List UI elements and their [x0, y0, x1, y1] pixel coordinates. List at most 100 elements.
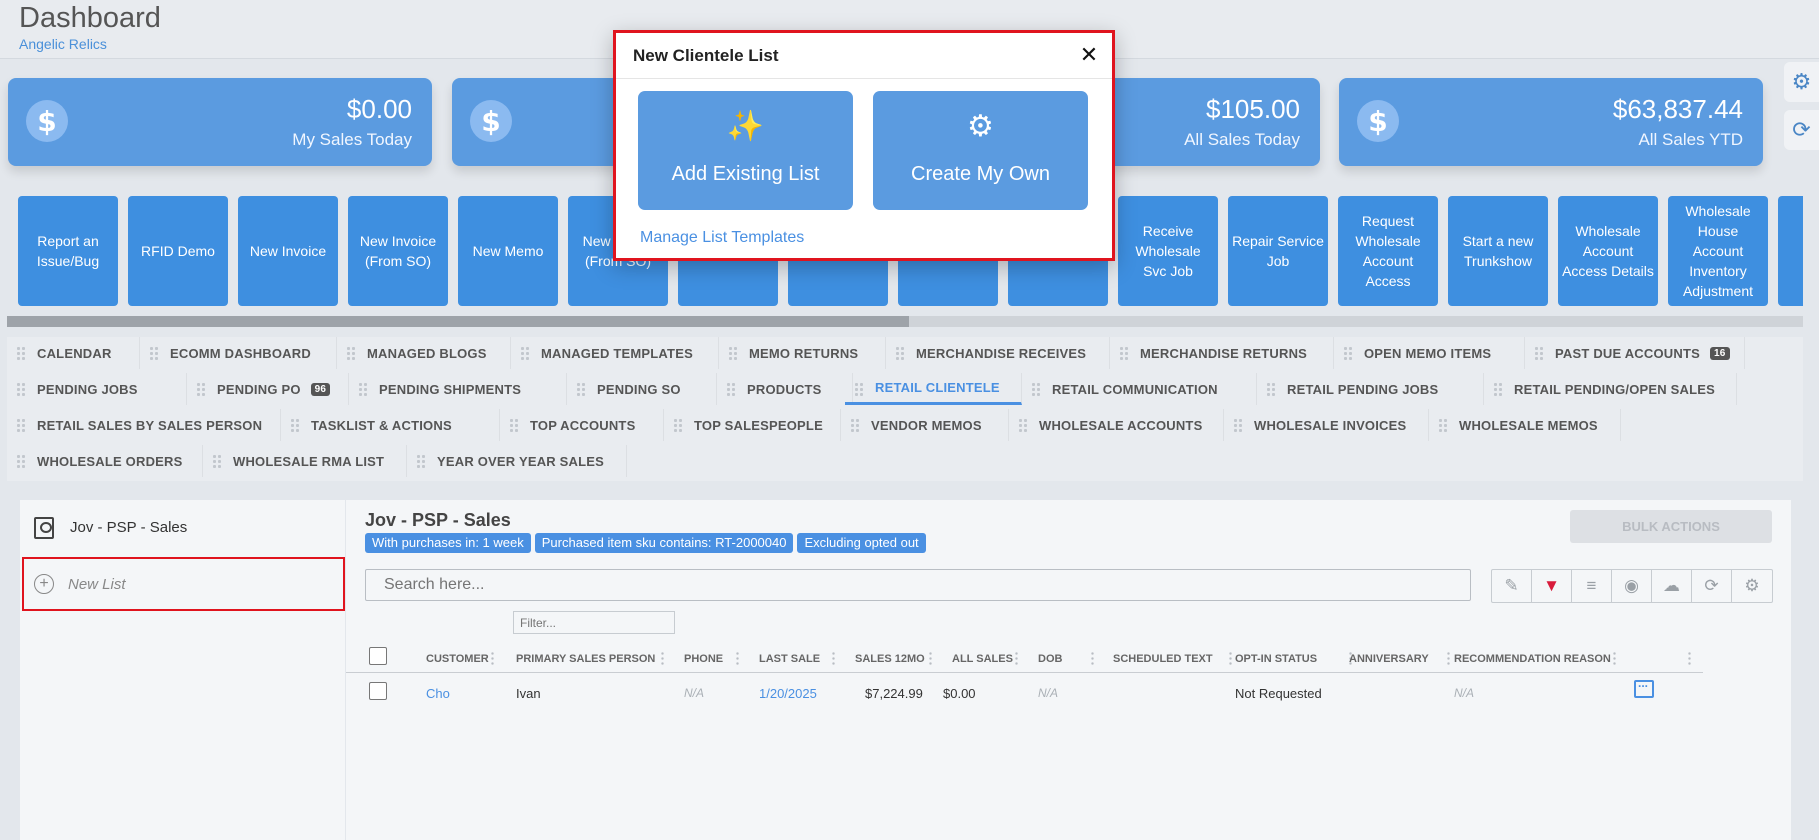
create-my-own-button[interactable]: ⚙ Create My Own: [873, 91, 1088, 210]
refresh-icon[interactable]: ⟳: [1784, 110, 1819, 150]
user-gear-icon: ⚙: [967, 109, 994, 144]
manage-list-templates-link[interactable]: Manage List Templates: [640, 229, 804, 247]
tab-wholesale-orders[interactable]: WHOLESALE ORDERS: [7, 445, 203, 477]
column-header[interactable]: SALES 12MO: [855, 653, 925, 665]
new-list-button[interactable]: + New List: [22, 557, 345, 611]
column-header[interactable]: DOB: [1038, 653, 1062, 665]
tab-ecomm-dashboard[interactable]: ECOMM DASHBOARD: [140, 337, 337, 369]
tab-top-accounts[interactable]: TOP ACCOUNTS: [500, 409, 664, 441]
tile-new-invoice[interactable]: New Invoice: [238, 196, 338, 306]
tab-year-over-year-sales[interactable]: YEAR OVER YEAR SALES: [407, 445, 627, 477]
tile-new-invoice-from-so[interactable]: New Invoice (From SO): [348, 196, 448, 306]
tab-past-due-accounts[interactable]: PAST DUE ACCOUNTS 16: [1525, 337, 1745, 369]
tab-retail-pending-open-sales[interactable]: RETAIL PENDING/OPEN SALES: [1484, 373, 1737, 405]
tab-vendor-memos[interactable]: VENDOR MEMOS: [841, 409, 1009, 441]
list-item-label: Jov - PSP - Sales: [70, 519, 188, 536]
stat-amount: $0.00: [346, 94, 412, 124]
tab-wholesale-invoices[interactable]: WHOLESALE INVOICES: [1224, 409, 1429, 441]
tile-request-wholesale-access[interactable]: Request Wholesale Account Access: [1338, 196, 1438, 306]
clientele-lists-panel: Jov - PSP - Sales + New List: [20, 500, 345, 840]
tile-repair-service-job[interactable]: Repair Service Job: [1228, 196, 1328, 306]
tab-merchandise-receives[interactable]: MERCHANDISE RECEIVES: [886, 337, 1110, 369]
divider: [616, 78, 1112, 79]
filter-tag[interactable]: Purchased item sku contains: RT-2000040: [534, 533, 794, 553]
page-title: Dashboard: [19, 2, 161, 34]
refresh-icon[interactable]: ⟳: [1692, 570, 1732, 602]
tab-calendar[interactable]: CALENDAR: [7, 337, 140, 369]
table-header: CUSTOMER PRIMARY SALES PERSON PHONE LAST…: [346, 643, 1703, 673]
tab-products[interactable]: PRODUCTS: [717, 373, 853, 405]
tile-report-issue[interactable]: Report an Issue/Bug: [18, 196, 118, 306]
gear-icon[interactable]: ⚙: [1732, 570, 1772, 602]
tab-wholesale-rma-list[interactable]: WHOLESALE RMA LIST: [203, 445, 407, 477]
cell-recommendation: N/A: [1454, 686, 1475, 700]
new-clientele-list-dialog: New Clientele List ✕ ✨ Add Existing List…: [613, 30, 1115, 261]
list-item[interactable]: Jov - PSP - Sales: [20, 500, 345, 555]
filter-icon[interactable]: ▼: [1532, 570, 1572, 602]
column-header[interactable]: PRIMARY SALES PERSON: [516, 653, 655, 665]
tab-wholesale-accounts[interactable]: WHOLESALE ACCOUNTS: [1009, 409, 1224, 441]
gear-icon[interactable]: ⚙: [1784, 62, 1819, 102]
tile-start-trunkshow[interactable]: Start a new Trunkshow: [1448, 196, 1548, 306]
stat-card-my-sales-today[interactable]: $ $0.00 My Sales Today: [8, 78, 432, 166]
message-icon[interactable]: [1634, 676, 1654, 698]
tile-new-memo[interactable]: New Memo: [458, 196, 558, 306]
cloud-download-icon[interactable]: ☁: [1652, 570, 1692, 602]
tab-wholesale-memos[interactable]: WHOLESALE MEMOS: [1429, 409, 1621, 441]
tab-retail-clientele[interactable]: RETAIL CLIENTELE: [845, 373, 1022, 405]
new-list-label: New List: [68, 575, 126, 593]
tile-partial[interactable]: B: [1778, 196, 1803, 306]
company-link[interactable]: Angelic Relics: [19, 36, 107, 52]
row-checkbox[interactable]: [369, 682, 387, 700]
column-filter-input[interactable]: [513, 611, 675, 634]
select-all-checkbox[interactable]: [369, 647, 387, 665]
tab-pending-po[interactable]: PENDING PO 96: [187, 373, 349, 405]
tab-pending-shipments[interactable]: PENDING SHIPMENTS: [349, 373, 567, 405]
stat-label: All Sales YTD: [1638, 130, 1743, 149]
count-badge: 16: [1709, 346, 1730, 360]
column-header[interactable]: RECOMMENDATION REASON: [1454, 653, 1611, 665]
filter-tag[interactable]: Excluding opted out: [797, 533, 926, 553]
close-icon[interactable]: ✕: [1077, 43, 1101, 68]
eye-icon[interactable]: ◉: [1612, 570, 1652, 602]
tab-retail-pending-jobs[interactable]: RETAIL PENDING JOBS: [1257, 373, 1484, 405]
plus-circle-icon: +: [34, 574, 54, 594]
column-header[interactable]: CUSTOMER: [426, 653, 489, 665]
tab-top-salespeople[interactable]: TOP SALESPEOPLE: [664, 409, 841, 441]
cell-dob: N/A: [1038, 686, 1059, 700]
add-existing-list-button[interactable]: ✨ Add Existing List: [638, 91, 853, 210]
tab-retail-communication[interactable]: RETAIL COMMUNICATION: [1022, 373, 1257, 405]
tab-memo-returns[interactable]: MEMO RETURNS: [719, 337, 886, 369]
column-header[interactable]: OPT-IN STATUS: [1235, 653, 1317, 665]
tab-pending-so[interactable]: PENDING SO: [567, 373, 717, 405]
tile-wholesale-access-details[interactable]: Wholesale Account Access Details: [1558, 196, 1658, 306]
tab-managed-templates[interactable]: MANAGED TEMPLATES: [511, 337, 719, 369]
tab-open-memo-items[interactable]: OPEN MEMO ITEMS: [1334, 337, 1525, 369]
last-sale-link[interactable]: 1/20/2025: [759, 686, 817, 701]
stat-card-all-sales-ytd[interactable]: $ $63,837.44 All Sales YTD: [1339, 78, 1763, 166]
scrollbar-thumb[interactable]: [7, 316, 909, 327]
column-header[interactable]: LAST SALE: [759, 653, 820, 665]
filter-tag[interactable]: With purchases in: 1 week: [365, 533, 531, 553]
tab-pending-jobs[interactable]: PENDING JOBS: [7, 373, 187, 405]
column-header[interactable]: ALL SALES: [952, 653, 1013, 665]
pencil-icon[interactable]: ✎: [1492, 570, 1532, 602]
tiles-scrollbar[interactable]: [7, 316, 1803, 327]
tile-receive-wholesale-svc-job[interactable]: Receive Wholesale Svc Job: [1118, 196, 1218, 306]
customer-link[interactable]: Cho: [426, 686, 450, 701]
tab-merchandise-returns[interactable]: MERCHANDISE RETURNS: [1110, 337, 1334, 369]
cell-phone: N/A: [684, 686, 705, 700]
sort-icon[interactable]: ≡: [1572, 570, 1612, 602]
stat-label: My Sales Today: [292, 130, 412, 149]
search-input[interactable]: [365, 569, 1471, 601]
column-header[interactable]: PHONE: [684, 653, 723, 665]
column-header[interactable]: ANNIVERSARY: [1349, 653, 1429, 665]
tile-wholesale-house-adjustment[interactable]: Wholesale House Account Inventory Adjust…: [1668, 196, 1768, 306]
tab-retail-sales-by-sales-person[interactable]: RETAIL SALES BY SALES PERSON: [7, 409, 281, 441]
tab-tasklist-actions[interactable]: TASKLIST & ACTIONS: [281, 409, 500, 441]
column-header[interactable]: SCHEDULED TEXT: [1113, 653, 1213, 665]
tile-rfid-demo[interactable]: RFID Demo: [128, 196, 228, 306]
dollar-coin-icon: $: [470, 100, 512, 142]
tab-managed-blogs[interactable]: MANAGED BLOGS: [337, 337, 511, 369]
bulk-actions-button[interactable]: BULK ACTIONS: [1570, 510, 1772, 543]
